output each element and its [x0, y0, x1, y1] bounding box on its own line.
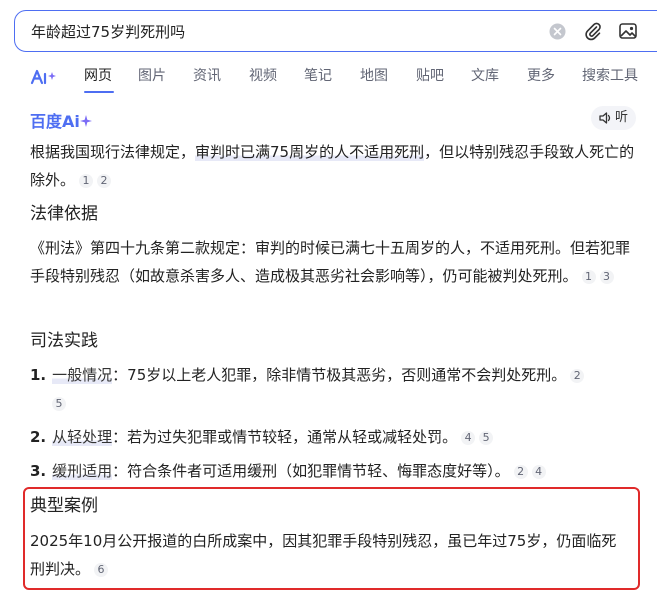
intro-highlight[interactable]: 审判时已满75周岁的人不适用死刑: [195, 143, 425, 161]
case-body: 2025年10月公开报道的白所成案中，因其犯罪手段特别残忍，虽已年过75岁，仍面…: [30, 532, 617, 578]
citation-ref[interactable]: 5: [52, 397, 66, 411]
attachment-icon[interactable]: [583, 21, 603, 41]
listen-label: 听: [615, 110, 629, 125]
list-number: 3.: [30, 462, 47, 480]
tab-search-tools[interactable]: 搜索工具: [582, 66, 638, 86]
tab-tieba[interactable]: 贴吧: [416, 66, 444, 86]
list-item: 2. 从轻处理：若为过失犯罪或情节较轻，通常从轻或减轻处罚。 4 5: [30, 423, 640, 451]
legal-basis-heading: 法律依据: [30, 204, 98, 224]
case-text: 2025年10月公开报道的白所成案中，因其犯罪手段特别残忍，虽已年过75岁，仍面…: [30, 527, 630, 583]
tab-images[interactable]: 图片: [138, 66, 166, 86]
list-term[interactable]: 缓刑适用: [52, 462, 113, 480]
citation-ref[interactable]: 1: [581, 270, 596, 284]
practice-heading: 司法实践: [30, 331, 98, 351]
citation-ref[interactable]: 5: [479, 431, 494, 445]
tab-more[interactable]: 更多: [527, 66, 555, 86]
citation-ref[interactable]: 4: [531, 465, 546, 479]
sparkle-icon: [79, 115, 92, 127]
tab-web[interactable]: 网页: [84, 66, 112, 86]
citation-ref[interactable]: 4: [461, 431, 476, 445]
list-item: 1. 一般情况：75岁以上老人犯罪，除非情节极其恶劣，否则通常不会判处死刑。 2 5: [30, 361, 640, 417]
citation-ref[interactable]: 1: [79, 174, 94, 188]
legal-basis-text: 《刑法》第四十九条第二款规定：审判的时候已满七十五周岁的人，不适用死刑。但若犯罪…: [30, 234, 640, 290]
tab-wenku[interactable]: 文库: [471, 66, 499, 86]
legal-basis-body: 《刑法》第四十九条第二款规定：审判的时候已满七十五周岁的人，不适用死刑。但若犯罪…: [30, 239, 631, 285]
case-heading: 典型案例: [30, 496, 98, 516]
citation-ref[interactable]: 3: [599, 270, 614, 284]
list-term[interactable]: 从轻处理: [52, 428, 113, 446]
image-search-icon[interactable]: [618, 21, 638, 41]
baidu-ai-logo: 百度Ai: [30, 108, 92, 131]
tab-video[interactable]: 视频: [249, 66, 277, 86]
citation-ref[interactable]: 6: [94, 563, 109, 577]
citation-ref[interactable]: 2: [97, 174, 112, 188]
tab-maps[interactable]: 地图: [360, 66, 388, 86]
clear-icon[interactable]: [549, 23, 566, 40]
search-input[interactable]: [31, 20, 511, 42]
list-text: ：75岁以上老人犯罪，除非情节极其恶劣，否则通常不会判处死刑。: [112, 366, 567, 384]
list-term[interactable]: 一般情况: [52, 366, 113, 384]
brand-name: 百度: [30, 112, 63, 131]
active-tab-indicator: [84, 91, 114, 93]
tab-news[interactable]: 资讯: [193, 66, 221, 86]
list-item: 3. 缓刑适用：符合条件者可适用缓刑（如犯罪情节轻、悔罪态度好等）。 2 4: [30, 457, 640, 485]
list-text: ：若为过失犯罪或情节较轻，通常从轻或减轻处罚。: [112, 428, 458, 446]
listen-button[interactable]: 听: [591, 106, 636, 130]
citation-ref[interactable]: 2: [513, 465, 528, 479]
speaker-icon: [599, 112, 611, 124]
citation-ref[interactable]: 2: [570, 369, 585, 383]
list-number: 2.: [30, 428, 47, 446]
search-tabs: 网页 图片 资讯 视频 笔记 地图 贴吧 文库 更多 搜索工具: [30, 66, 657, 93]
list-number: 1.: [30, 366, 47, 384]
list-text: ：符合条件者可适用缓刑（如犯罪情节轻、悔罪态度好等）。: [112, 462, 510, 480]
brand-ai-suffix: Ai: [62, 112, 80, 131]
search-bar: [14, 10, 657, 52]
answer-intro: 根据我国现行法律规定，审判时已满75周岁的人不适用死刑，但以特别残忍手段致人死亡…: [30, 138, 640, 194]
tab-notes[interactable]: 笔记: [304, 66, 332, 86]
intro-text: 根据我国现行法律规定，: [30, 143, 196, 161]
